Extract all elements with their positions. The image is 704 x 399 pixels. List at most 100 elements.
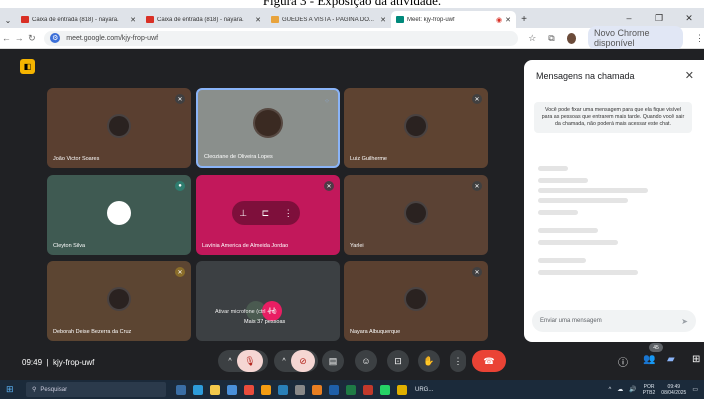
camera-control-group: ^ ⊘: [274, 350, 318, 372]
meeting-info-icon[interactable]: ◧: [20, 59, 35, 74]
captions-button[interactable]: ▤: [322, 350, 344, 372]
excel-icon[interactable]: [346, 384, 356, 395]
chat-input-placeholder: Enviar uma mensagem: [540, 318, 602, 324]
chevron-up-icon[interactable]: ^: [608, 387, 611, 393]
extensions-icon[interactable]: ⧉: [548, 33, 554, 44]
meeting-details-icon[interactable]: ⓘ: [618, 354, 628, 369]
chrome-icon[interactable]: [397, 384, 407, 395]
participant-tile[interactable]: ⊥ ⊏ ⋮ ✕ Lavínia America de Almeida Jorda…: [196, 175, 340, 255]
volume-icon[interactable]: 🔊: [629, 386, 636, 393]
participant-tile[interactable]: ✕ Deborah Deise Bezerra da Cruz: [47, 261, 191, 341]
participant-name: Lavínia America de Almeida Jordao: [202, 243, 289, 249]
participant-tile[interactable]: ✕ Luiz Guilherme: [344, 88, 488, 168]
leave-call-button[interactable]: ☎: [472, 350, 506, 372]
speaking-indicator-icon: ⁘: [324, 98, 330, 105]
forward-icon[interactable]: →: [13, 33, 26, 43]
participant-name: Nayara Albuquerque: [350, 329, 401, 335]
notifications-icon[interactable]: ▭: [692, 386, 698, 393]
meet-icon: [396, 16, 404, 23]
app-icon[interactable]: [363, 384, 373, 395]
close-tab-icon[interactable]: ✕: [380, 16, 386, 24]
close-tab-icon[interactable]: ✕: [255, 16, 261, 24]
network-icon[interactable]: ☁: [617, 386, 623, 393]
raise-hand-button[interactable]: ✋: [418, 350, 440, 372]
chrome-update-button[interactable]: Novo Chrome disponível: [588, 26, 683, 50]
send-icon[interactable]: ➤: [681, 317, 688, 326]
whatsapp-icon[interactable]: [380, 384, 390, 395]
browser-menu-icon[interactable]: ⋮: [695, 33, 704, 44]
task-view-icon[interactable]: [176, 384, 186, 395]
bookmark-star-icon[interactable]: ☆: [528, 33, 536, 44]
file-explorer-icon[interactable]: [210, 384, 220, 395]
blurred-message: [538, 178, 588, 183]
chat-icon[interactable]: ▰: [667, 354, 675, 365]
camera-toggle-button[interactable]: ⊘: [291, 350, 315, 372]
maximize-icon[interactable]: ❐: [644, 13, 674, 24]
participant-tile[interactable]: ● Cleyton Silva: [47, 175, 191, 255]
emoji-button[interactable]: ☺: [355, 350, 377, 372]
profile-avatar[interactable]: [566, 32, 576, 44]
word-icon[interactable]: [329, 384, 339, 395]
system-clock[interactable]: 09:49 08/04/2025: [661, 384, 686, 396]
close-tab-icon[interactable]: ✕: [505, 16, 511, 24]
chat-message-input[interactable]: Enviar uma mensagem ➤: [532, 310, 696, 332]
chevron-up-icon[interactable]: ^: [277, 358, 291, 365]
tile-controls: ⊥ ⊏ ⋮: [232, 201, 300, 225]
participant-tile-speaking[interactable]: ⁘ Cleoziane de Oliveira Lopes: [196, 88, 340, 168]
address-bar-row: ← → ↻ ⚙ meet.google.com/kjy-frop-uwf ☆ ⧉…: [0, 26, 704, 50]
participant-avatar: [107, 201, 131, 225]
mic-toggle-button[interactable]: 🎙: [237, 350, 263, 372]
participant-name: Yarlei: [350, 243, 364, 249]
blurred-message: [538, 210, 578, 215]
browser-tab[interactable]: Caixa de entrada (818) - nayara. ✕: [16, 11, 141, 28]
pin-icon[interactable]: ⊥: [239, 208, 247, 219]
reload-icon[interactable]: ↻: [26, 33, 39, 44]
gmail-icon: [146, 16, 154, 23]
browser-tab-active[interactable]: Meet: kjy-frop-uwf ◉ ✕: [391, 11, 516, 28]
close-tab-icon[interactable]: ✕: [130, 16, 136, 24]
tab-search-icon[interactable]: ⌄: [0, 12, 16, 28]
search-icon: ⚲: [32, 387, 37, 393]
app-icon[interactable]: [278, 384, 288, 395]
participant-name: Luiz Guilherme: [350, 156, 387, 162]
chevron-up-icon[interactable]: ^: [223, 358, 237, 365]
taskbar-search-input[interactable]: ⚲ Pesquisar: [26, 382, 166, 397]
edge-icon[interactable]: [193, 384, 203, 395]
mic-off-icon: ✕: [472, 181, 482, 191]
minimize-icon[interactable]: –: [614, 13, 644, 23]
language-indicator[interactable]: POR PTB2: [643, 384, 656, 396]
store-icon[interactable]: [227, 384, 237, 395]
chat-panel-title: Mensagens na chamada: [536, 71, 635, 81]
present-screen-button[interactable]: ⊡: [387, 350, 409, 372]
blurred-message: [538, 166, 568, 171]
participant-tile[interactable]: ✕ Yarlei: [344, 175, 488, 255]
windows-start-icon[interactable]: ⊞: [6, 384, 22, 395]
browser-tab[interactable]: Caixa de entrada (818) - nayara. ✕: [141, 11, 266, 28]
more-people-tile[interactable]: H Mais 37 pessoas: [196, 261, 340, 341]
app-icon[interactable]: [261, 384, 271, 395]
participant-tile[interactable]: ✕ João Victor Soares: [47, 88, 191, 168]
browser-tab[interactable]: GUEDES A VISTA - PÁGINA DO... ✕: [266, 11, 391, 28]
window-close-icon[interactable]: ✕: [674, 13, 704, 24]
more-options-button[interactable]: ⋮: [450, 350, 466, 372]
participant-name: Deborah Deise Bezerra da Cruz: [53, 329, 132, 335]
site-info-icon[interactable]: ⚙: [50, 33, 61, 43]
settings-icon[interactable]: [295, 384, 305, 395]
url-bar[interactable]: ⚙ meet.google.com/kjy-frop-uwf: [44, 30, 519, 46]
mic-off-icon: ✕: [175, 267, 185, 277]
app-icon[interactable]: [244, 384, 254, 395]
taskbar-app-label[interactable]: URG...: [415, 387, 433, 393]
close-icon[interactable]: ✕: [685, 69, 694, 82]
participant-avatar: [253, 108, 283, 138]
minimize-tile-icon[interactable]: ⊏: [262, 208, 270, 219]
participant-name: Cleoziane de Oliveira Lopes: [204, 154, 273, 160]
participant-tile[interactable]: ✕ Nayara Albuquerque: [344, 261, 488, 341]
more-options-icon[interactable]: ⋮: [284, 208, 293, 219]
site-icon: [271, 16, 279, 23]
more-people-label: Mais 37 pessoas: [244, 319, 286, 325]
app-icon[interactable]: [312, 384, 322, 395]
activities-icon[interactable]: ⊞: [692, 354, 700, 365]
back-icon[interactable]: ←: [0, 33, 13, 43]
recording-icon: ◉: [496, 16, 503, 24]
people-icon[interactable]: 👥: [643, 354, 655, 365]
